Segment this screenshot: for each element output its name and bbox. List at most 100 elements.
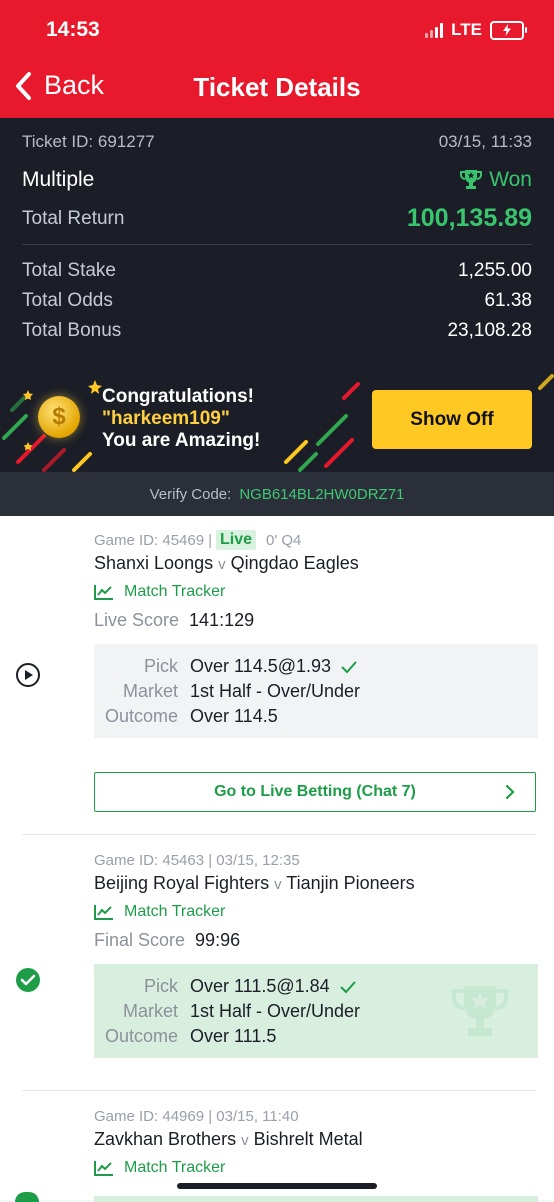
verify-code-label: Verify Code:: [149, 485, 232, 503]
ticket-status: Won: [459, 168, 532, 192]
score-value: 99:96: [195, 930, 241, 950]
match-tracker-link[interactable]: Match Tracker: [94, 903, 225, 921]
home-team: Shanxi Loongs: [94, 553, 214, 573]
back-button[interactable]: Back: [14, 70, 104, 101]
match-teams: Beijing Royal Fighters v Tianjin Pioneer…: [94, 873, 415, 894]
total-bonus-value: 23,108.28: [447, 320, 532, 341]
away-team: Tianjin Pioneers: [286, 873, 415, 893]
total-stake-row: Total Stake 1,255.00: [22, 260, 532, 282]
chart-line-icon: [94, 585, 113, 600]
chevron-right-icon: [505, 784, 515, 800]
match-tracker-link[interactable]: Match Tracker: [94, 583, 225, 601]
trophy-icon: [460, 170, 483, 189]
total-return-label: Total Return: [22, 207, 125, 229]
live-badge: Live: [215, 530, 256, 550]
network-type: LTE: [451, 20, 482, 39]
home-team: Beijing Royal Fighters: [94, 873, 270, 893]
final-score: Final Score 99:96: [94, 930, 240, 951]
total-bonus-label: Total Bonus: [22, 320, 122, 341]
show-off-button[interactable]: Show Off: [372, 390, 532, 449]
match-teams: Zavkhan Brothers v Bishrelt Metal: [94, 1129, 363, 1150]
chevron-left-icon: [16, 71, 31, 100]
battery-charging-icon: [490, 20, 527, 40]
ticket-id-row: Ticket ID: 691277 03/15, 11:33: [22, 132, 532, 152]
outcome-value: Over 114.5: [190, 706, 278, 726]
pick-value: Over 111.5@1.84: [190, 976, 356, 997]
congrats-line1: Congratulations!: [102, 386, 254, 407]
chart-line-icon: [94, 1161, 113, 1176]
total-bonus-row: Total Bonus 23,108.28: [22, 320, 532, 342]
versus-label: v: [218, 556, 226, 573]
outcome-label: Outcome: [104, 706, 178, 726]
pick-details: Pick Over 114.5@1.93 Market 1st Half - O…: [94, 644, 538, 738]
market-value: 1st Half - Over/Under: [190, 681, 361, 701]
back-label: Back: [44, 70, 105, 100]
app-header: 14:53 LTE Back Ticket Details: [0, 0, 554, 118]
coin-icon: $: [38, 396, 80, 438]
verify-code-value[interactable]: NGB614BL2HW0DRZ71: [239, 486, 404, 503]
away-team: Bishrelt Metal: [253, 1129, 363, 1149]
outcome-row: Outcome Over 111.5: [94, 1026, 538, 1047]
market-row: Market 1st Half - Over/Under: [94, 1001, 538, 1022]
pick-label: Pick: [143, 656, 178, 676]
pick-label: Pick: [143, 976, 178, 996]
game-id: Game ID: 45469 | Live 0' Q4: [94, 530, 301, 550]
live-score: Live Score 141:129: [94, 610, 254, 631]
list-item: Game ID: 45463 | 03/15, 12:35 Beijing Ro…: [0, 836, 554, 1091]
pick-details-partial: [94, 1196, 538, 1202]
ticket-type: Multiple: [22, 168, 95, 191]
summary-divider: [22, 244, 532, 245]
outcome-value: Over 111.5: [190, 1026, 277, 1046]
market-label: Market: [122, 1001, 178, 1021]
verify-code-bar: Verify Code: NGB614BL2HW0DRZ71: [0, 472, 554, 516]
pick-value: Over 114.5@1.93: [190, 656, 357, 677]
score-label: Final Score: [94, 930, 186, 950]
score-value: 141:129: [189, 610, 255, 630]
pick-row: Pick Over 114.5@1.93: [94, 656, 538, 677]
match-tracker-label: Match Tracker: [124, 583, 226, 600]
match-tracker-label: Match Tracker: [124, 1159, 226, 1176]
match-tracker-link[interactable]: Match Tracker: [94, 1159, 225, 1177]
congrats-banner: $ Congratulations! "harkeem109" You are …: [0, 358, 554, 472]
versus-label: v: [274, 876, 282, 893]
total-odds-value: 61.38: [484, 290, 532, 311]
live-betting-button[interactable]: Go to Live Betting (Chat 7): [94, 772, 536, 812]
pick-text: Over 114.5@1.93: [190, 656, 332, 676]
ticket-type-row: Multiple Won: [22, 168, 532, 192]
total-return-value: 100,135.89: [406, 204, 532, 232]
live-betting-label: Go to Live Betting (Chat 7): [214, 783, 416, 800]
total-return-row: Total Return 100,135.89: [22, 204, 532, 233]
outcome-row: Outcome Over 114.5: [94, 706, 538, 727]
list-divider: [22, 834, 536, 835]
game-id: Game ID: 45463 | 03/15, 12:35: [94, 852, 300, 869]
match-tracker-label: Match Tracker: [124, 903, 226, 920]
check-circle-icon: [15, 1192, 39, 1202]
check-icon: [339, 980, 356, 993]
list-divider: [22, 1090, 536, 1091]
game-id-text: Game ID: 45469: [94, 531, 205, 549]
list-item: Game ID: 45469 | Live 0' Q4 Shanxi Loong…: [0, 516, 554, 835]
total-stake-value: 1,255.00: [458, 260, 532, 281]
pick-details: Pick Over 111.5@1.84 Market 1st Half - O…: [94, 964, 538, 1058]
status-indicators: LTE: [425, 20, 527, 40]
congrats-line3: You are Amazing!: [102, 430, 261, 451]
home-team: Zavkhan Brothers: [94, 1129, 237, 1149]
bet-list: Game ID: 45469 | Live 0' Q4 Shanxi Loong…: [0, 516, 554, 1202]
home-indicator[interactable]: [177, 1183, 377, 1189]
game-id: Game ID: 44969 | 03/15, 11:40: [94, 1108, 299, 1125]
market-label: Market: [122, 681, 178, 701]
ticket-id: Ticket ID: 691277: [22, 132, 155, 151]
match-teams: Shanxi Loongs v Qingdao Eagles: [94, 553, 359, 574]
play-circle-icon: [15, 662, 41, 693]
ticket-summary: Ticket ID: 691277 03/15, 11:33 Multiple …: [0, 118, 554, 472]
market-value: 1st Half - Over/Under: [190, 1001, 361, 1021]
total-stake-label: Total Stake: [22, 260, 116, 281]
signal-icon: [425, 22, 444, 38]
check-icon: [341, 660, 357, 673]
chart-line-icon: [94, 905, 113, 920]
status-time: 14:53: [46, 18, 100, 41]
ticket-datetime: 03/15, 11:33: [438, 132, 532, 151]
total-odds-row: Total Odds 61.38: [22, 290, 532, 312]
congrats-username: "harkeem109": [102, 408, 230, 429]
outcome-label: Outcome: [104, 1026, 178, 1046]
